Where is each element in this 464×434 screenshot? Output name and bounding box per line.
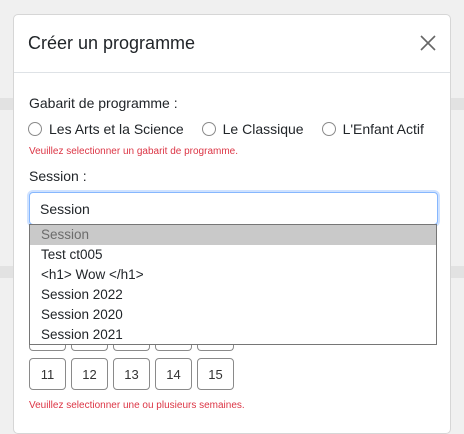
week-button[interactable] <box>113 345 150 351</box>
week-button-13[interactable]: 13 <box>113 358 150 390</box>
radio-label: L'Enfant Actif <box>342 121 424 137</box>
modal-title: Créer un programme <box>28 33 196 53</box>
close-button[interactable] <box>418 33 438 53</box>
session-select-value: Session <box>40 201 90 217</box>
radio-classique[interactable]: Le Classique <box>201 121 304 137</box>
template-error: Veuillez selectionner un gabarit de prog… <box>29 146 239 157</box>
week-button-12[interactable]: 12 <box>71 358 108 390</box>
week-button[interactable] <box>71 345 108 351</box>
weeks-error: Veuillez selectionner une ou plusieurs s… <box>29 400 245 411</box>
session-label: Session : <box>29 168 87 184</box>
week-button[interactable] <box>29 345 66 351</box>
template-radio-group: Les Arts et la Science Le Classique L'En… <box>28 121 442 137</box>
radio-circle[interactable] <box>201 122 216 136</box>
week-button-14[interactable]: 14 <box>155 358 192 390</box>
session-option[interactable]: Session 2020 <box>30 305 436 325</box>
radio-circle[interactable] <box>28 122 42 136</box>
radio-circle[interactable] <box>321 122 336 136</box>
modal-header: Créer un programme <box>14 15 450 73</box>
week-button-15[interactable]: 15 <box>197 358 234 390</box>
close-icon <box>420 35 436 51</box>
week-button-11[interactable]: 11 <box>29 358 66 390</box>
week-row-2: 11 12 13 14 15 <box>29 358 239 390</box>
radio-enfant-actif[interactable]: L'Enfant Actif <box>321 121 424 137</box>
session-option[interactable]: Session 2022 <box>30 285 436 305</box>
session-option[interactable]: Test ct005 <box>30 245 436 265</box>
session-option[interactable]: Session 2021 <box>30 325 436 345</box>
session-option[interactable]: Session <box>30 225 436 245</box>
week-button[interactable] <box>197 345 234 351</box>
radio-arts-science[interactable]: Les Arts et la Science <box>28 121 184 137</box>
week-button[interactable] <box>155 345 192 351</box>
radio-label: Le Classique <box>222 121 304 137</box>
template-label: Gabarit de programme : <box>29 95 178 111</box>
session-dropdown-list: Session Test ct005 <h1> Wow </h1> Sessio… <box>29 224 437 345</box>
session-option[interactable]: <h1> Wow </h1> <box>30 265 436 285</box>
week-row-1 <box>29 345 239 351</box>
radio-label: Les Arts et la Science <box>49 121 184 137</box>
session-select[interactable]: Session <box>29 192 438 225</box>
